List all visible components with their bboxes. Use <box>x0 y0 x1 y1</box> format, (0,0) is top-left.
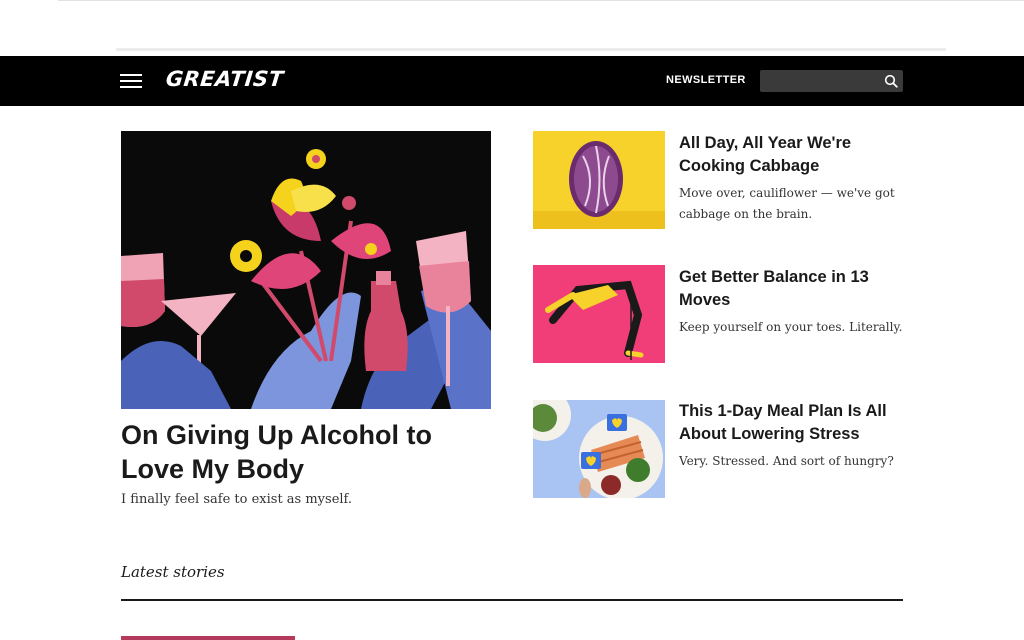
cabbage-story-subtitle: Move over, cauliflower — we've got cabba… <box>679 186 895 221</box>
site-header: GREATIST NEWSLETTER <box>0 56 1024 106</box>
menu-line <box>120 86 142 88</box>
top-divider <box>58 0 1024 1</box>
cabbage-story-title[interactable]: All Day, All Year We're Cooking Cabbage <box>679 132 904 178</box>
balance-story-subtitle: Keep yourself on your toes. Literally. <box>679 320 903 334</box>
menu-line <box>120 80 142 82</box>
next-story-thumbnail[interactable] <box>121 636 295 640</box>
celebration-illustration <box>121 131 491 409</box>
site-logo[interactable]: GREATIST <box>165 67 285 91</box>
latest-stories-divider <box>121 599 903 601</box>
search-box <box>760 70 903 92</box>
menu-line <box>120 74 142 76</box>
featured-story-title[interactable]: On Giving Up Alcohol to Love My Body <box>121 418 501 486</box>
meal-plan-story-image[interactable] <box>533 400 665 498</box>
search-input[interactable] <box>760 70 880 92</box>
featured-story-image[interactable] <box>121 131 491 409</box>
newsletter-link[interactable]: NEWSLETTER <box>666 74 746 86</box>
meal-plan-story-subtitle: Very. Stressed. And sort of hungry? <box>679 454 894 468</box>
meal-plan-photo <box>533 400 665 498</box>
cabbage-photo <box>533 131 665 229</box>
ad-placeholder-strip <box>116 48 946 51</box>
balance-photo <box>533 265 665 363</box>
meal-plan-story-title[interactable]: This 1-Day Meal Plan Is All About Loweri… <box>679 400 904 446</box>
balance-story-title[interactable]: Get Better Balance in 13 Moves <box>679 266 904 312</box>
featured-story-subtitle: I finally feel safe to exist as myself. <box>121 492 353 507</box>
cabbage-story-image[interactable] <box>533 131 665 229</box>
latest-stories-heading: Latest stories <box>121 563 225 581</box>
balance-story-image[interactable] <box>533 265 665 363</box>
search-icon[interactable] <box>884 74 898 88</box>
hamburger-menu-icon[interactable] <box>120 73 142 89</box>
